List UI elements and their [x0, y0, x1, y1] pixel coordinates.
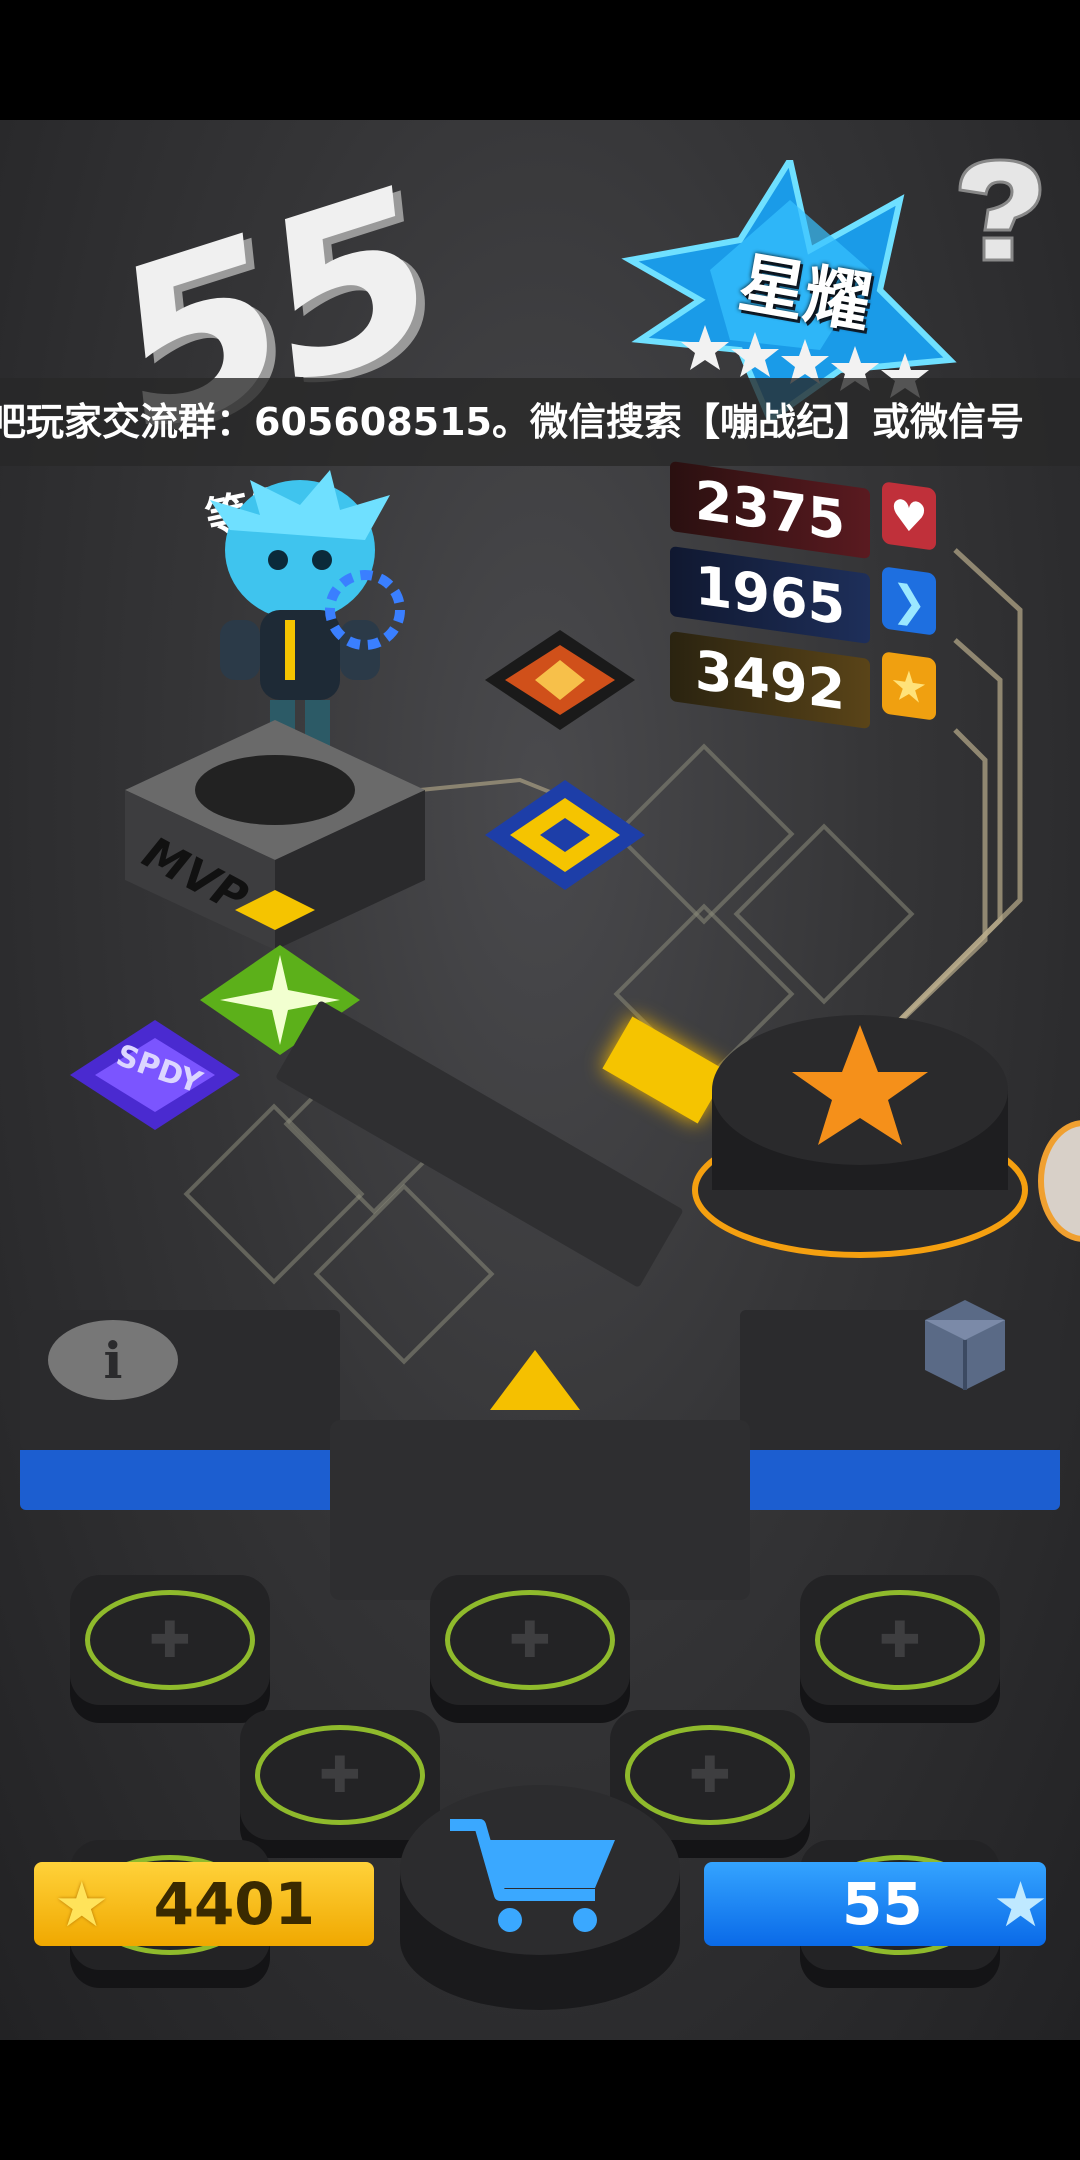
- gold-currency: ★ 4401: [34, 1862, 374, 1946]
- top-letterbox: [0, 0, 1080, 120]
- item-card-fire[interactable]: [485, 780, 645, 890]
- gold-value: 4401: [153, 1870, 316, 1938]
- dice-icon: [925, 1300, 1005, 1390]
- start-star-button[interactable]: [690, 1000, 1030, 1260]
- empty-slot-pad[interactable]: ✚: [430, 1575, 630, 1705]
- info-button[interactable]: i: [48, 1320, 178, 1400]
- triangle-up-icon: [490, 1350, 580, 1410]
- empty-slot-pad[interactable]: ✚: [800, 1575, 1000, 1705]
- blue-value: 55: [842, 1870, 923, 1938]
- star-icon: ★: [992, 1867, 1049, 1941]
- bottom-letterbox: [0, 2040, 1080, 2160]
- dice-button[interactable]: [910, 1290, 1020, 1400]
- move-up-button[interactable]: [485, 1345, 585, 1415]
- blue-currency: 55 ★: [704, 1862, 1049, 1946]
- star-icon: ★: [54, 1867, 110, 1941]
- item-card-burst[interactable]: [485, 630, 635, 730]
- game-scene: 55 等级 星耀 吧玩家交流群：605608515。微信搜索【嘣战纪】或微信号 …: [0, 120, 1080, 2040]
- center-platform: [330, 1420, 750, 1600]
- info-icon: i: [103, 1330, 123, 1390]
- empty-slot-pad[interactable]: ✚: [70, 1575, 270, 1705]
- shop-cart-button[interactable]: [395, 1770, 685, 2020]
